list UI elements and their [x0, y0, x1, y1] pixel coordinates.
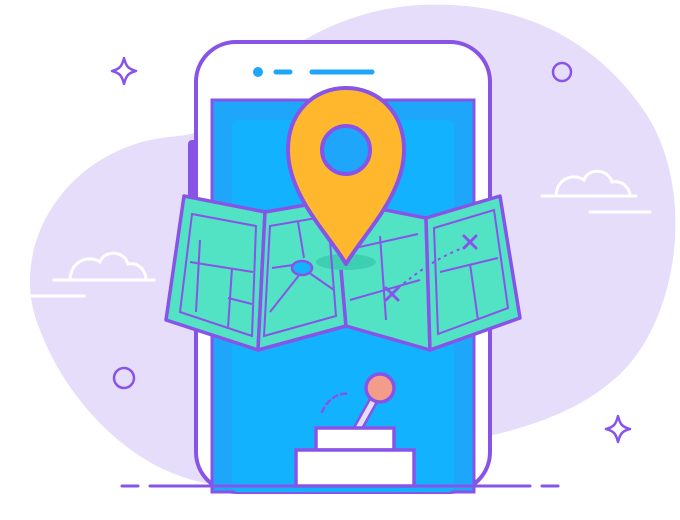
map-location-dot	[290, 259, 314, 277]
sparkle-icon	[604, 414, 632, 444]
phone-camera	[253, 67, 263, 77]
joystick-bottom-base	[294, 448, 416, 488]
pin-hole	[320, 124, 372, 176]
joystick-knob	[364, 372, 396, 404]
joystick-top-base	[314, 426, 396, 452]
illustration-canvas	[29, 4, 676, 494]
sparkle-icon	[110, 56, 138, 86]
map-navigation-illustration	[0, 0, 680, 520]
